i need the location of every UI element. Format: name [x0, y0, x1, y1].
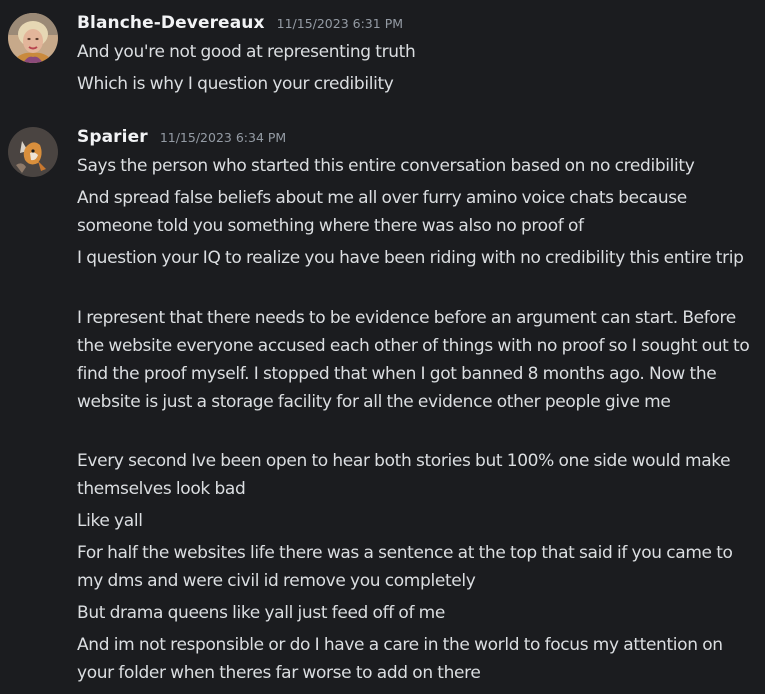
message-text: Every second Ive been open to hear both …	[77, 451, 731, 499]
message-text: Says the person who started this entire …	[77, 156, 695, 176]
user-avatar-fox-character-icon	[8, 127, 58, 177]
timestamp: 11/15/2023 6:31 PM	[276, 16, 404, 31]
message-header: Sparier 11/15/2023 6:34 PM	[77, 127, 286, 147]
message-header: Blanche-Devereaux 11/15/2023 6:31 PM	[77, 13, 403, 33]
avatar[interactable]	[8, 127, 58, 177]
username[interactable]: Sparier	[77, 127, 148, 147]
chat-message-list: Blanche-Devereaux 11/15/2023 6:31 PM And…	[0, 0, 765, 694]
message-text: For half the websites life there was a s…	[77, 543, 733, 591]
message-text: And spread false beliefs about me all ov…	[77, 188, 687, 236]
message-text: Like yall	[77, 511, 143, 531]
message-text: And you're not good at representing trut…	[77, 42, 416, 62]
message-text: I question your IQ to realize you have b…	[77, 248, 744, 268]
message-text: Which is why I question your credibility	[77, 74, 394, 94]
username[interactable]: Blanche-Devereaux	[77, 13, 265, 33]
message-text: But drama queens like yall just feed off…	[77, 603, 445, 623]
message-text: And im not responsible or do I have a ca…	[77, 635, 723, 683]
user-avatar-woman-portrait-icon	[8, 13, 58, 63]
avatar[interactable]	[8, 13, 58, 63]
message-text: I represent that there needs to be evide…	[77, 308, 750, 412]
timestamp: 11/15/2023 6:34 PM	[159, 130, 287, 145]
